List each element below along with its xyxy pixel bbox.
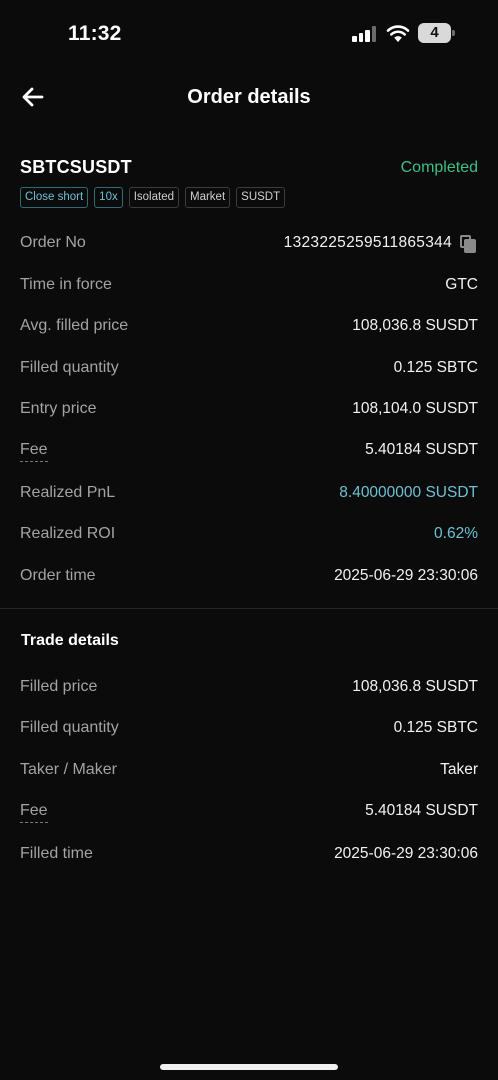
tag-order-type: Market [185, 187, 231, 208]
realized-roi-label: Realized ROI [20, 525, 116, 542]
taker-maker-label: Taker / Maker [20, 761, 117, 778]
row-fee: Fee 5.40184 SUSDT [20, 441, 478, 465]
row-trade-filled-price: Filled price 108,036.8 SUSDT [20, 678, 478, 702]
avg-filled-price-value: 108,036.8 SUSDT [352, 317, 478, 334]
row-order-time: Order time 2025-06-29 23:30:06 [20, 567, 478, 591]
order-symbol: SBTCSUSDT [20, 157, 132, 177]
avg-filled-price-label: Avg. filled price [20, 317, 129, 334]
row-trade-filled-quantity: Filled quantity 0.125 SBTC [20, 719, 478, 743]
page-title: Order details [187, 86, 311, 108]
row-order-no: Order No 1323225259511865344 [20, 234, 478, 258]
fee-label[interactable]: Fee [20, 441, 48, 462]
row-time-in-force: Time in force GTC [20, 276, 478, 300]
tag-margin-mode: Isolated [128, 187, 179, 208]
taker-maker-value: Taker [440, 761, 478, 778]
realized-roi-value: 0.62% [434, 525, 478, 542]
realized-pnl-label: Realized PnL [20, 484, 116, 501]
filled-time-label: Filled time [20, 845, 93, 862]
trade-fee-label[interactable]: Fee [20, 802, 48, 823]
battery-level: 4 [430, 24, 439, 41]
row-entry-price: Entry price 108,104.0 SUSDT [20, 400, 478, 424]
entry-price-value: 108,104.0 SUSDT [352, 400, 478, 417]
trade-filled-quantity-label: Filled quantity [20, 719, 119, 736]
tag-close-short: Close short [20, 187, 89, 208]
wifi-icon [386, 25, 410, 42]
section-divider [0, 608, 498, 609]
order-time-value: 2025-06-29 23:30:06 [334, 567, 478, 584]
row-realized-roi: Realized ROI 0.62% [20, 525, 478, 549]
filled-quantity-value: 0.125 SBTC [393, 359, 478, 376]
row-filled-time: Filled time 2025-06-29 23:30:06 [20, 845, 478, 869]
time-in-force-value: GTC [445, 276, 478, 293]
status-badge: Completed [400, 159, 478, 176]
trade-filled-price-label: Filled price [20, 678, 98, 695]
status-time: 11:32 [68, 22, 122, 45]
filled-time-value: 2025-06-29 23:30:06 [334, 845, 478, 862]
trade-details-title: Trade details [21, 632, 119, 649]
signal-icon [352, 26, 378, 42]
order-no-label: Order No [20, 234, 86, 251]
tag-margin-coin: SUSDT [236, 187, 286, 208]
trade-fee-value: 5.40184 SUSDT [365, 802, 478, 819]
row-taker-maker: Taker / Maker Taker [20, 761, 478, 785]
trade-filled-quantity-value: 0.125 SBTC [393, 719, 478, 736]
order-details-screen: 11:32 4 Order details SBTCSUSDT Complete… [0, 0, 498, 1080]
home-indicator[interactable] [160, 1064, 338, 1070]
order-time-label: Order time [20, 567, 96, 584]
copy-icon[interactable] [460, 235, 476, 253]
entry-price-label: Entry price [20, 400, 97, 417]
nav-header: Order details [0, 72, 498, 122]
status-bar: 11:32 4 [0, 0, 498, 66]
realized-pnl-value: 8.40000000 SUSDT [339, 484, 478, 501]
filled-quantity-label: Filled quantity [20, 359, 119, 376]
row-trade-fee: Fee 5.40184 SUSDT [20, 802, 478, 826]
row-filled-quantity: Filled quantity 0.125 SBTC [20, 359, 478, 383]
trade-filled-price-value: 108,036.8 SUSDT [352, 678, 478, 695]
order-tags: Close short 10x Isolated Market SUSDT [20, 187, 286, 208]
battery-icon: 4 [418, 23, 456, 43]
fee-value: 5.40184 SUSDT [365, 441, 478, 458]
row-avg-filled-price: Avg. filled price 108,036.8 SUSDT [20, 317, 478, 341]
order-no-value: 1323225259511865344 [283, 234, 452, 251]
row-realized-pnl: Realized PnL 8.40000000 SUSDT [20, 484, 478, 508]
tag-leverage: 10x [94, 187, 123, 208]
time-in-force-label: Time in force [20, 276, 112, 293]
